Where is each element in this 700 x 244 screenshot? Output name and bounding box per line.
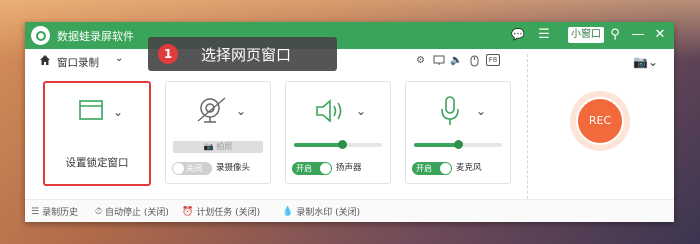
speaker-card[interactable]: ⌄ 开启 扬声器 bbox=[285, 81, 391, 184]
rec-button[interactable]: REC bbox=[576, 97, 624, 145]
list-icon: ☰ bbox=[31, 206, 40, 217]
microphone-volume-fill bbox=[414, 143, 458, 147]
microphone-device-label: 麦克风 bbox=[456, 163, 482, 173]
menu-icon[interactable]: ☰ bbox=[535, 26, 553, 44]
speaker-device-label: 扬声器 bbox=[336, 163, 362, 173]
speaker-toggle[interactable]: 开启 bbox=[292, 162, 332, 175]
recording-mode-label[interactable]: 窗口录制 bbox=[57, 55, 99, 70]
toggle-knob bbox=[173, 163, 184, 174]
webcam-icon bbox=[197, 97, 226, 123]
home-icon[interactable] bbox=[39, 54, 51, 66]
microphone-icon bbox=[441, 96, 459, 125]
droplet-icon: 💧 bbox=[282, 206, 294, 217]
mouse-icon[interactable] bbox=[468, 54, 481, 67]
snapshot-label: 拍照 bbox=[216, 142, 233, 151]
minimize-icon[interactable]: — bbox=[629, 26, 647, 44]
message-icon[interactable]: 💬 bbox=[509, 26, 527, 44]
window-card-label: 设置锁定窗口 bbox=[65, 157, 129, 169]
record-history-item[interactable]: ☰ 录制历史 bbox=[31, 205, 79, 219]
microphone-toggle-label: 开启 bbox=[416, 164, 432, 173]
webcam-device-label: 录摄像头 bbox=[216, 163, 251, 173]
screen-icon[interactable] bbox=[432, 54, 445, 67]
mode-chevron-down-icon[interactable]: ⌄ bbox=[115, 53, 123, 64]
screenshot-camera-icon[interactable]: 📷⌄ bbox=[633, 55, 658, 69]
auto-stop-label: 自动停止 (关闭) bbox=[105, 208, 169, 218]
webcam-card[interactable]: ⌄ 📷 拍照 关闭 录摄像头 bbox=[165, 81, 271, 184]
step-tooltip-text: 选择网页窗口 bbox=[201, 46, 292, 64]
schedule-task-label: 计划任务 (关闭) bbox=[196, 208, 261, 218]
microphone-toggle[interactable]: 开启 bbox=[412, 162, 452, 175]
mini-window-button[interactable]: 小窗口 bbox=[568, 27, 604, 43]
step-tooltip: 1 选择网页窗口 bbox=[148, 37, 337, 71]
snapshot-button[interactable]: 📷 拍照 bbox=[173, 141, 263, 153]
step-number-badge: 1 bbox=[158, 44, 178, 64]
rec-button-ring: REC bbox=[570, 91, 630, 151]
app-logo-icon bbox=[31, 26, 50, 45]
pin-icon[interactable]: ⚲ bbox=[606, 26, 624, 44]
clock-icon: ⏱ bbox=[95, 206, 103, 217]
window-icon bbox=[79, 100, 103, 120]
microphone-volume-slider[interactable] bbox=[414, 140, 502, 149]
webcam-chevron-down-icon[interactable]: ⌄ bbox=[236, 104, 246, 118]
speaker-volume-slider[interactable] bbox=[294, 140, 382, 149]
webcam-toggle[interactable]: 关闭 bbox=[172, 162, 212, 175]
hotkey-icon[interactable]: F8 bbox=[486, 54, 500, 66]
title-bar: 数据蛙录屏软件 💬 ☰ 小窗口 ⚲ — ✕ bbox=[25, 22, 674, 49]
speaker-icon[interactable]: 🔈 bbox=[450, 54, 463, 67]
schedule-task-item[interactable]: ⏰ 计划任务 (关闭) bbox=[182, 205, 261, 219]
speaker-toggle-label: 开启 bbox=[296, 164, 312, 173]
close-icon[interactable]: ✕ bbox=[651, 26, 669, 44]
app-window: 数据蛙录屏软件 💬 ☰ 小窗口 ⚲ — ✕ 窗口录制 ⌄ ⚙ 🔈 F8 ⌄ 设置… bbox=[25, 22, 674, 222]
microphone-volume-thumb[interactable] bbox=[453, 140, 463, 149]
speaker-volume-thumb[interactable] bbox=[337, 140, 347, 149]
toggle-knob bbox=[320, 163, 331, 174]
watermark-label: 录制水印 (关闭) bbox=[296, 208, 361, 218]
window-chevron-down-icon[interactable]: ⌄ bbox=[113, 105, 123, 119]
speaker-volume-fill bbox=[294, 143, 343, 147]
window-select-card[interactable]: ⌄ 设置锁定窗口 bbox=[43, 81, 151, 186]
toggle-knob bbox=[440, 163, 451, 174]
section-divider bbox=[527, 54, 528, 214]
speaker-large-icon bbox=[316, 99, 342, 123]
speaker-chevron-down-icon[interactable]: ⌄ bbox=[356, 104, 366, 118]
alarm-icon: ⏰ bbox=[182, 206, 194, 217]
record-history-label: 录制历史 bbox=[42, 208, 79, 218]
settings-icon[interactable]: ⚙ bbox=[414, 54, 427, 67]
tool-icons: ⚙ 🔈 F8 bbox=[414, 54, 500, 67]
auto-stop-item[interactable]: ⏱ 自动停止 (关闭) bbox=[95, 205, 169, 219]
microphone-card[interactable]: ⌄ 开启 麦克风 bbox=[405, 81, 511, 184]
app-title: 数据蛙录屏软件 bbox=[57, 30, 134, 43]
camera-small-icon: 📷 bbox=[203, 142, 214, 151]
webcam-toggle-label: 关闭 bbox=[186, 164, 202, 173]
watermark-item[interactable]: 💧 录制水印 (关闭) bbox=[282, 205, 361, 219]
status-bar: ☰ 录制历史 ⏱ 自动停止 (关闭) ⏰ 计划任务 (关闭) 💧 录制水印 (关… bbox=[25, 199, 674, 222]
microphone-chevron-down-icon[interactable]: ⌄ bbox=[476, 104, 486, 118]
